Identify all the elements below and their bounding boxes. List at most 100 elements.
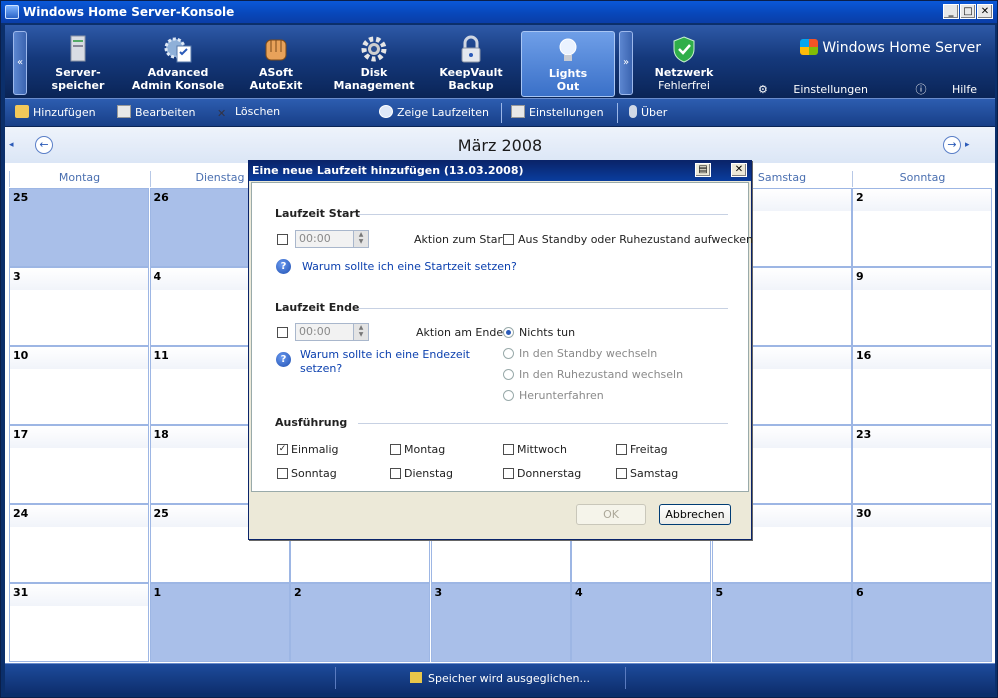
calendar-day-cell[interactable]: 10 [9, 346, 149, 425]
delete-button[interactable]: ✕ Löschen [217, 105, 280, 120]
title-bar[interactable]: Windows Home Server-Konsole _ □ ✕ [1, 1, 997, 23]
day-number: 2 [294, 586, 302, 599]
status-message: Speicher wird ausgeglichen... [428, 672, 590, 685]
app-icon [5, 5, 19, 19]
exec-checkbox-saturday[interactable] [616, 468, 627, 479]
about-button[interactable]: Über [629, 105, 667, 119]
dialog-title: Eine neue Laufzeit hinzufügen (13.03.200… [252, 164, 524, 177]
toolbar-settings-button[interactable]: Einstellungen [511, 105, 604, 119]
add-button[interactable]: Hinzufügen [15, 105, 96, 119]
calendar-day-cell[interactable]: 6 [852, 583, 992, 662]
exec-checkbox-thursday[interactable] [503, 468, 514, 479]
weekday-header: Sonntag [852, 171, 992, 187]
dialog-print-button[interactable]: ▤ [695, 163, 711, 177]
show-times-button[interactable]: Zeige Laufzeiten [379, 105, 489, 119]
day-number: 24 [10, 505, 148, 527]
cancel-button[interactable]: Abbrechen [659, 504, 731, 525]
exec-checkbox-monday[interactable] [390, 444, 401, 455]
scroll-right-arrow[interactable]: » [619, 31, 633, 95]
help-link[interactable]: ⓘ Hilfe [893, 83, 977, 96]
radio-hibernate[interactable] [503, 369, 514, 380]
calendar-day-cell[interactable]: 24 [9, 504, 149, 583]
dialog-close-button[interactable]: ✕ [731, 163, 747, 177]
clock-icon [379, 105, 393, 118]
calendar-day-cell[interactable]: 4 [571, 583, 711, 662]
start-action-label: Aktion zum Start: [414, 233, 510, 246]
calendar-day-cell[interactable]: 16 [852, 346, 992, 425]
day-number: 9 [853, 268, 991, 290]
calendar-day-cell[interactable]: 2 [852, 188, 992, 267]
end-time-input[interactable]: 00:00 ▲ ▼ [295, 323, 369, 341]
radio-standby[interactable] [503, 348, 514, 359]
exec-section-title: Ausführung [275, 416, 348, 429]
day-number: 10 [10, 347, 148, 369]
start-help-icon: ? [276, 259, 291, 274]
end-time-checkbox[interactable] [277, 327, 288, 338]
section-divider [358, 214, 728, 215]
calendar-day-cell[interactable]: 3 [9, 267, 149, 346]
minimize-button[interactable]: _ [943, 4, 959, 19]
exec-label-friday: Freitag [630, 443, 668, 456]
exec-checkbox-wednesday[interactable] [503, 444, 514, 455]
calendar-day-cell[interactable]: 30 [852, 504, 992, 583]
settings-link[interactable]: ⚙ Einstellungen [736, 83, 868, 96]
end-help-link[interactable]: Warum sollte ich eine Endezeit setzen? [300, 348, 470, 376]
start-time-checkbox[interactable] [277, 234, 288, 245]
next-month-button[interactable]: → [943, 136, 961, 154]
server-icon [70, 35, 86, 62]
start-help-link[interactable]: Warum sollte ich eine Startzeit setzen? [302, 260, 517, 274]
close-button[interactable]: ✕ [977, 4, 993, 19]
calendar-day-cell[interactable]: 31 [9, 583, 149, 662]
wake-checkbox[interactable] [503, 234, 514, 245]
tab-label-line1: Disk [360, 66, 388, 79]
exec-checkbox-friday[interactable] [616, 444, 627, 455]
tab-lights-out[interactable]: Lights Out [521, 31, 615, 97]
end-time-spinner[interactable]: ▲ ▼ [353, 324, 368, 340]
day-number: 3 [434, 586, 443, 599]
tab-advanced-admin[interactable]: Advanced Admin Konsole [129, 31, 227, 97]
calendar-day-cell[interactable]: 17 [9, 425, 149, 504]
info-icon [629, 105, 637, 118]
day-number: 4 [575, 586, 583, 599]
weekday-header: Montag [9, 171, 149, 187]
calendar-day-cell[interactable]: 5 [711, 583, 852, 662]
radio-nothing-label: Nichts tun [519, 326, 576, 339]
exec-checkbox-tuesday[interactable] [390, 468, 401, 479]
tab-server-storage[interactable]: Server- speicher [31, 31, 125, 97]
tab-label-line2: Admin Konsole [131, 79, 225, 92]
tab-keepvault-backup[interactable]: KeepVault Backup [424, 31, 518, 97]
exec-label-wednesday: Mittwoch [517, 443, 567, 456]
day-number: 6 [856, 586, 864, 599]
day-number: 31 [10, 584, 148, 606]
calendar-day-cell[interactable]: 3 [430, 583, 571, 662]
toolbar-separator [617, 103, 618, 123]
tab-label-line2: Backup [448, 79, 494, 92]
calendar-day-cell[interactable]: 9 [852, 267, 992, 346]
radio-nothing[interactable] [503, 327, 514, 338]
ok-button[interactable]: OK [576, 504, 646, 525]
end-action-label: Aktion am Ende: [416, 326, 507, 339]
start-time-input[interactable]: 00:00 ▲ ▼ [295, 230, 369, 248]
calendar-day-cell[interactable]: 23 [852, 425, 992, 504]
last-month-icon[interactable]: ▸ [965, 140, 970, 150]
scroll-left-arrow[interactable]: « [13, 31, 27, 95]
dialog-title-bar[interactable]: Eine neue Laufzeit hinzufügen (13.03.200… [249, 161, 751, 181]
radio-shutdown[interactable] [503, 390, 514, 401]
exec-checkbox-once[interactable]: ✓ [277, 444, 288, 455]
gear-icon [361, 36, 387, 62]
tab-asoft-autoexit[interactable]: ASoft AutoExit [229, 31, 323, 97]
calendar-day-cell[interactable]: 2 [290, 583, 430, 662]
section-divider [358, 423, 728, 424]
day-number: 23 [853, 426, 991, 448]
calendar-day-cell[interactable]: 1 [149, 583, 290, 662]
tab-disk-management[interactable]: Disk Management [327, 31, 421, 97]
calendar-day-cell[interactable]: 25 [9, 188, 149, 267]
header-links: ⚙ Einstellungen ⓘ Hilfe [714, 81, 977, 97]
radio-hibernate-label: In den Ruhezustand wechseln [519, 368, 684, 381]
start-time-spinner[interactable]: ▲ ▼ [353, 231, 368, 247]
maximize-button[interactable]: □ [960, 4, 976, 19]
edit-button[interactable]: Bearbeiten [117, 105, 195, 119]
exec-checkbox-sunday[interactable] [277, 468, 288, 479]
exec-label-sunday: Sonntag [291, 467, 337, 480]
tab-label-line1: Lights [548, 67, 588, 80]
